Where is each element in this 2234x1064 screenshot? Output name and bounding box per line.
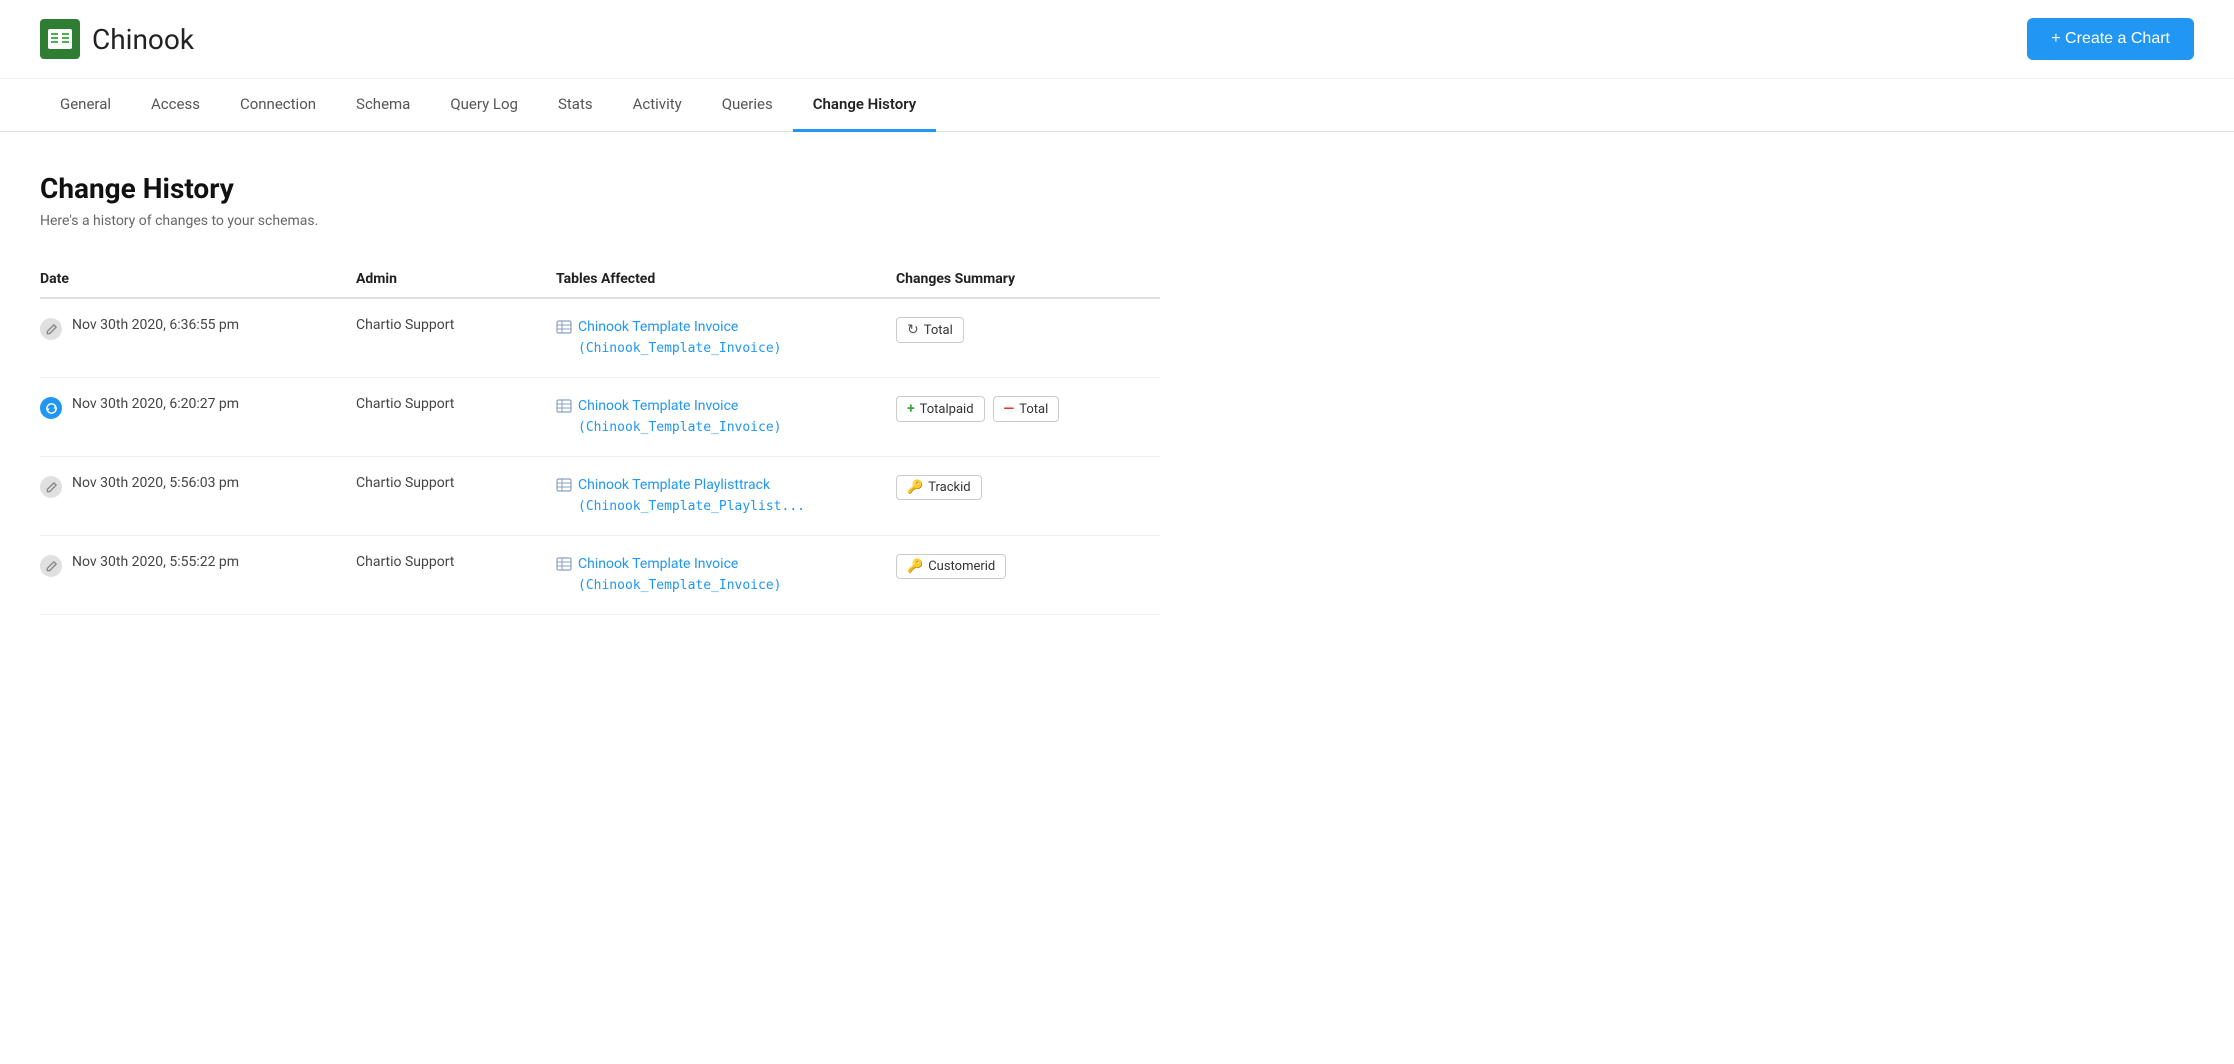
page-title: Change History xyxy=(40,172,1160,205)
create-chart-button[interactable]: + Create a Chart xyxy=(2027,18,2194,60)
refresh-icon: ↻ xyxy=(907,322,919,338)
tab-schema[interactable]: Schema xyxy=(336,79,430,132)
header-left: Chinook xyxy=(40,19,194,59)
badge-label: Total xyxy=(1019,402,1048,417)
change-badge: + Totalpaid xyxy=(896,396,985,422)
edit-icon xyxy=(40,555,62,577)
change-badge: ↻ Total xyxy=(896,317,964,343)
table-link[interactable]: Chinook Template Invoice(Chinook_Templat… xyxy=(556,554,864,596)
tab-query-log[interactable]: Query Log xyxy=(430,79,538,132)
plus-icon: + xyxy=(907,401,915,417)
badge-label: Trackid xyxy=(928,480,970,495)
table-name: Chinook Template Invoice(Chinook_Templat… xyxy=(578,554,782,596)
table-icon xyxy=(556,477,572,493)
table-row: Nov 30th 2020, 5:55:22 pm Chartio Support… xyxy=(40,536,1160,615)
col-header-admin: Admin xyxy=(340,261,540,298)
tab-activity[interactable]: Activity xyxy=(613,79,702,132)
nav-tabs: GeneralAccessConnectionSchemaQuery LogSt… xyxy=(0,79,2234,132)
badge-label: Customerid xyxy=(928,559,995,574)
refresh-icon xyxy=(40,397,62,419)
col-header-date: Date xyxy=(40,261,340,298)
table-row: Nov 30th 2020, 6:36:55 pm Chartio Support… xyxy=(40,298,1160,378)
change-badge: 🔑 Trackid xyxy=(896,475,982,500)
tab-general[interactable]: General xyxy=(40,79,131,132)
table-header: DateAdminTables AffectedChanges Summary xyxy=(40,261,1160,298)
date-cell: Nov 30th 2020, 6:36:55 pm xyxy=(40,317,324,340)
changes-cell: + Totalpaid — Total xyxy=(896,396,1144,422)
table-name: Chinook Template Invoice(Chinook_Templat… xyxy=(578,396,782,438)
main-content: Change History Here's a history of chang… xyxy=(0,132,1200,655)
edit-icon xyxy=(40,318,62,340)
app-title: Chinook xyxy=(92,23,194,56)
admin-cell: Chartio Support xyxy=(340,536,540,615)
table-name: Chinook Template Playlisttrack(Chinook_T… xyxy=(578,475,805,517)
tab-access[interactable]: Access xyxy=(131,79,220,132)
table-link[interactable]: Chinook Template Invoice(Chinook_Templat… xyxy=(556,317,864,359)
table-header-row: DateAdminTables AffectedChanges Summary xyxy=(40,261,1160,298)
app-icon xyxy=(40,19,80,59)
tab-connection[interactable]: Connection xyxy=(220,79,336,132)
admin-cell: Chartio Support xyxy=(340,457,540,536)
badge-label: Totalpaid xyxy=(920,402,974,417)
date-cell: Nov 30th 2020, 5:55:22 pm xyxy=(40,554,324,577)
col-header-changes-summary: Changes Summary xyxy=(880,261,1160,298)
admin-cell: Chartio Support xyxy=(340,298,540,378)
date-text: Nov 30th 2020, 6:20:27 pm xyxy=(72,396,239,412)
edit-icon xyxy=(40,476,62,498)
page-subtitle: Here's a history of changes to your sche… xyxy=(40,213,1160,229)
changes-cell: 🔑 Customerid xyxy=(896,554,1144,579)
table-icon xyxy=(556,398,572,414)
minus-icon: — xyxy=(1004,401,1015,417)
date-text: Nov 30th 2020, 5:55:22 pm xyxy=(72,554,239,570)
col-header-tables-affected: Tables Affected xyxy=(540,261,880,298)
table-icon xyxy=(556,319,572,335)
changes-cell: ↻ Total xyxy=(896,317,1144,343)
changes-cell: 🔑 Trackid xyxy=(896,475,1144,500)
header: Chinook + Create a Chart xyxy=(0,0,2234,79)
admin-cell: Chartio Support xyxy=(340,378,540,457)
key-icon: 🔑 xyxy=(907,480,923,495)
table-name: Chinook Template Invoice(Chinook_Templat… xyxy=(578,317,782,359)
tab-stats[interactable]: Stats xyxy=(538,79,613,132)
tab-change-history[interactable]: Change History xyxy=(793,79,937,132)
table-row: Nov 30th 2020, 5:56:03 pm Chartio Support… xyxy=(40,457,1160,536)
date-text: Nov 30th 2020, 5:56:03 pm xyxy=(72,475,239,491)
tab-queries[interactable]: Queries xyxy=(702,79,793,132)
change-history-table: DateAdminTables AffectedChanges Summary … xyxy=(40,261,1160,615)
date-cell: Nov 30th 2020, 5:56:03 pm xyxy=(40,475,324,498)
table-link[interactable]: Chinook Template Playlisttrack(Chinook_T… xyxy=(556,475,864,517)
badge-label: Total xyxy=(924,323,953,338)
table-body: Nov 30th 2020, 6:36:55 pm Chartio Support… xyxy=(40,298,1160,615)
table-icon xyxy=(556,556,572,572)
table-link[interactable]: Chinook Template Invoice(Chinook_Templat… xyxy=(556,396,864,438)
table-row: Nov 30th 2020, 6:20:27 pm Chartio Support… xyxy=(40,378,1160,457)
date-text: Nov 30th 2020, 6:36:55 pm xyxy=(72,317,239,333)
change-badge: — Total xyxy=(993,396,1060,422)
change-badge: 🔑 Customerid xyxy=(896,554,1006,579)
date-cell: Nov 30th 2020, 6:20:27 pm xyxy=(40,396,324,419)
key-icon: 🔑 xyxy=(907,559,923,574)
